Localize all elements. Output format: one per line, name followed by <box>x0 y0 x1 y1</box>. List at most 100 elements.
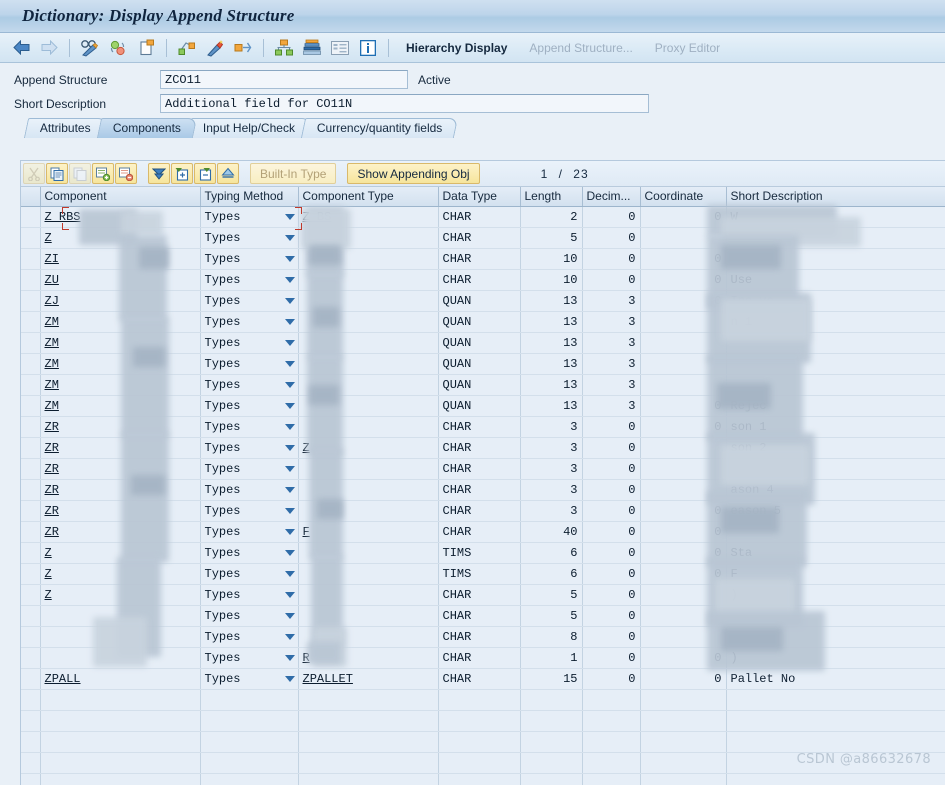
chevron-down-icon[interactable] <box>284 465 295 472</box>
cell-component[interactable]: ZR <box>40 416 201 438</box>
table-row[interactable]: Z Types CHAR 5 0 <box>21 227 945 249</box>
cell-component-type[interactable] <box>298 227 439 249</box>
row-selector[interactable] <box>21 731 41 753</box>
table-row-empty[interactable] <box>21 710 945 732</box>
cell-component-type[interactable] <box>298 542 439 564</box>
cell-component[interactable] <box>40 710 201 732</box>
cell-component[interactable]: ZM <box>40 395 201 417</box>
table-row[interactable]: Types R CHAR 1 0 0) <box>21 647 945 669</box>
cell-component-type[interactable] <box>298 626 439 648</box>
cell-component[interactable]: ZR <box>40 458 201 480</box>
table-row[interactable]: ZM Types QUAN 13 3 <box>21 353 945 375</box>
cell-component-type[interactable]: R <box>298 647 439 669</box>
table-row-empty[interactable] <box>21 752 945 774</box>
column-header-short-description[interactable]: Short Description <box>726 187 945 207</box>
cell-component-type[interactable] <box>298 353 439 375</box>
cell-typing-method[interactable]: Types <box>200 248 299 270</box>
cell-component[interactable]: Z RBS <box>40 206 201 228</box>
cell-typing-method[interactable]: Types <box>200 353 299 375</box>
chevron-down-icon[interactable] <box>284 360 295 367</box>
collapse-icon[interactable] <box>194 163 216 184</box>
cell-typing-method[interactable]: Types <box>200 668 299 690</box>
cell-component[interactable]: ZJ <box>40 290 201 312</box>
cell-component[interactable]: ZM <box>40 332 201 354</box>
cell-typing-method[interactable]: Types <box>200 542 299 564</box>
chevron-down-icon[interactable] <box>284 276 295 283</box>
chevron-down-icon[interactable] <box>284 213 295 220</box>
cell-component[interactable]: ZR <box>40 479 201 501</box>
predefined-type-icon[interactable] <box>217 163 239 184</box>
chevron-down-icon[interactable] <box>284 402 295 409</box>
row-selector[interactable] <box>21 374 41 396</box>
table-row[interactable]: ZI Types CHAR 10 0 0 <box>21 248 945 270</box>
row-selector[interactable] <box>21 395 41 417</box>
table-row[interactable]: ZR Types CHAR 3 0 <box>21 458 945 480</box>
chevron-down-icon[interactable] <box>284 654 295 661</box>
cell-typing-method[interactable] <box>200 773 299 785</box>
cell-component[interactable]: ZM <box>40 353 201 375</box>
cell-typing-method[interactable] <box>200 731 299 753</box>
cell-typing-method[interactable]: Types <box>200 647 299 669</box>
row-selector[interactable] <box>21 605 41 627</box>
dependency-icon[interactable] <box>230 35 256 61</box>
column-header-typing-method[interactable]: Typing Method <box>200 187 299 207</box>
row-selector[interactable] <box>21 668 41 690</box>
chevron-down-icon[interactable] <box>284 423 295 430</box>
cell-typing-method[interactable]: Types <box>200 437 299 459</box>
cell-typing-method[interactable]: Types <box>200 626 299 648</box>
cell-component-type[interactable] <box>298 563 439 585</box>
table-row[interactable]: Z Types TIMS 6 0 0 Sta <box>21 542 945 564</box>
chevron-down-icon[interactable] <box>284 528 295 535</box>
cell-component-type[interactable] <box>298 710 439 732</box>
row-selector[interactable] <box>21 332 41 354</box>
copy-icon[interactable] <box>133 35 159 61</box>
cell-component[interactable]: ZM <box>40 374 201 396</box>
row-selector[interactable] <box>21 563 41 585</box>
back-icon[interactable] <box>8 35 34 61</box>
chevron-down-icon[interactable] <box>284 297 295 304</box>
append-icon[interactable] <box>299 35 325 61</box>
chevron-down-icon[interactable] <box>284 675 295 682</box>
table-row[interactable]: ZM Types QUAN 13 3 <box>21 374 945 396</box>
forward-icon[interactable] <box>36 35 62 61</box>
cell-component-type[interactable] <box>298 500 439 522</box>
cell-typing-method[interactable] <box>200 689 299 711</box>
cell-component[interactable] <box>40 626 201 648</box>
cell-component-type[interactable] <box>298 584 439 606</box>
table-row[interactable]: ZM Types QUAN 13 3 n 1 <box>21 311 945 333</box>
table-row[interactable]: Types CHAR 8 0 <box>21 626 945 648</box>
display-change-icon[interactable] <box>77 35 103 61</box>
cell-component-type[interactable] <box>298 269 439 291</box>
row-selector[interactable] <box>21 311 41 333</box>
cell-component-type[interactable]: ZPALLET <box>298 668 439 690</box>
chevron-down-icon[interactable] <box>284 549 295 556</box>
row-selector[interactable] <box>21 353 41 375</box>
select-all-header[interactable] <box>21 187 41 207</box>
table-row[interactable]: Z Types TIMS 6 0 0 F <box>21 563 945 585</box>
row-selector[interactable] <box>21 752 41 774</box>
hierarchy-icon[interactable] <box>271 35 297 61</box>
cell-typing-method[interactable]: Types <box>200 395 299 417</box>
cell-component[interactable]: Z <box>40 584 201 606</box>
chevron-down-icon[interactable] <box>284 255 295 262</box>
chevron-down-icon[interactable] <box>284 234 295 241</box>
cell-component[interactable] <box>40 773 201 785</box>
cell-component-type[interactable] <box>298 458 439 480</box>
info-icon[interactable] <box>355 35 381 61</box>
chevron-down-icon[interactable] <box>284 486 295 493</box>
row-selector[interactable] <box>21 458 41 480</box>
table-row[interactable]: ZR Types CHAR 3 0 0 son 1 <box>21 416 945 438</box>
cell-component[interactable]: ZPALL <box>40 668 201 690</box>
cell-component[interactable]: Z <box>40 563 201 585</box>
table-row[interactable]: Z Types CHAR 5 0) <box>21 584 945 606</box>
srch-icon[interactable] <box>148 163 170 184</box>
table-row-empty[interactable] <box>21 731 945 753</box>
cell-typing-method[interactable]: Types <box>200 332 299 354</box>
short-description-input[interactable] <box>160 94 649 113</box>
cell-component-type[interactable] <box>298 290 439 312</box>
cell-typing-method[interactable]: Types <box>200 605 299 627</box>
row-selector[interactable] <box>21 290 41 312</box>
cell-typing-method[interactable]: Types <box>200 563 299 585</box>
cell-typing-method[interactable]: Types <box>200 290 299 312</box>
column-header-component-type[interactable]: Component Type <box>298 187 439 207</box>
